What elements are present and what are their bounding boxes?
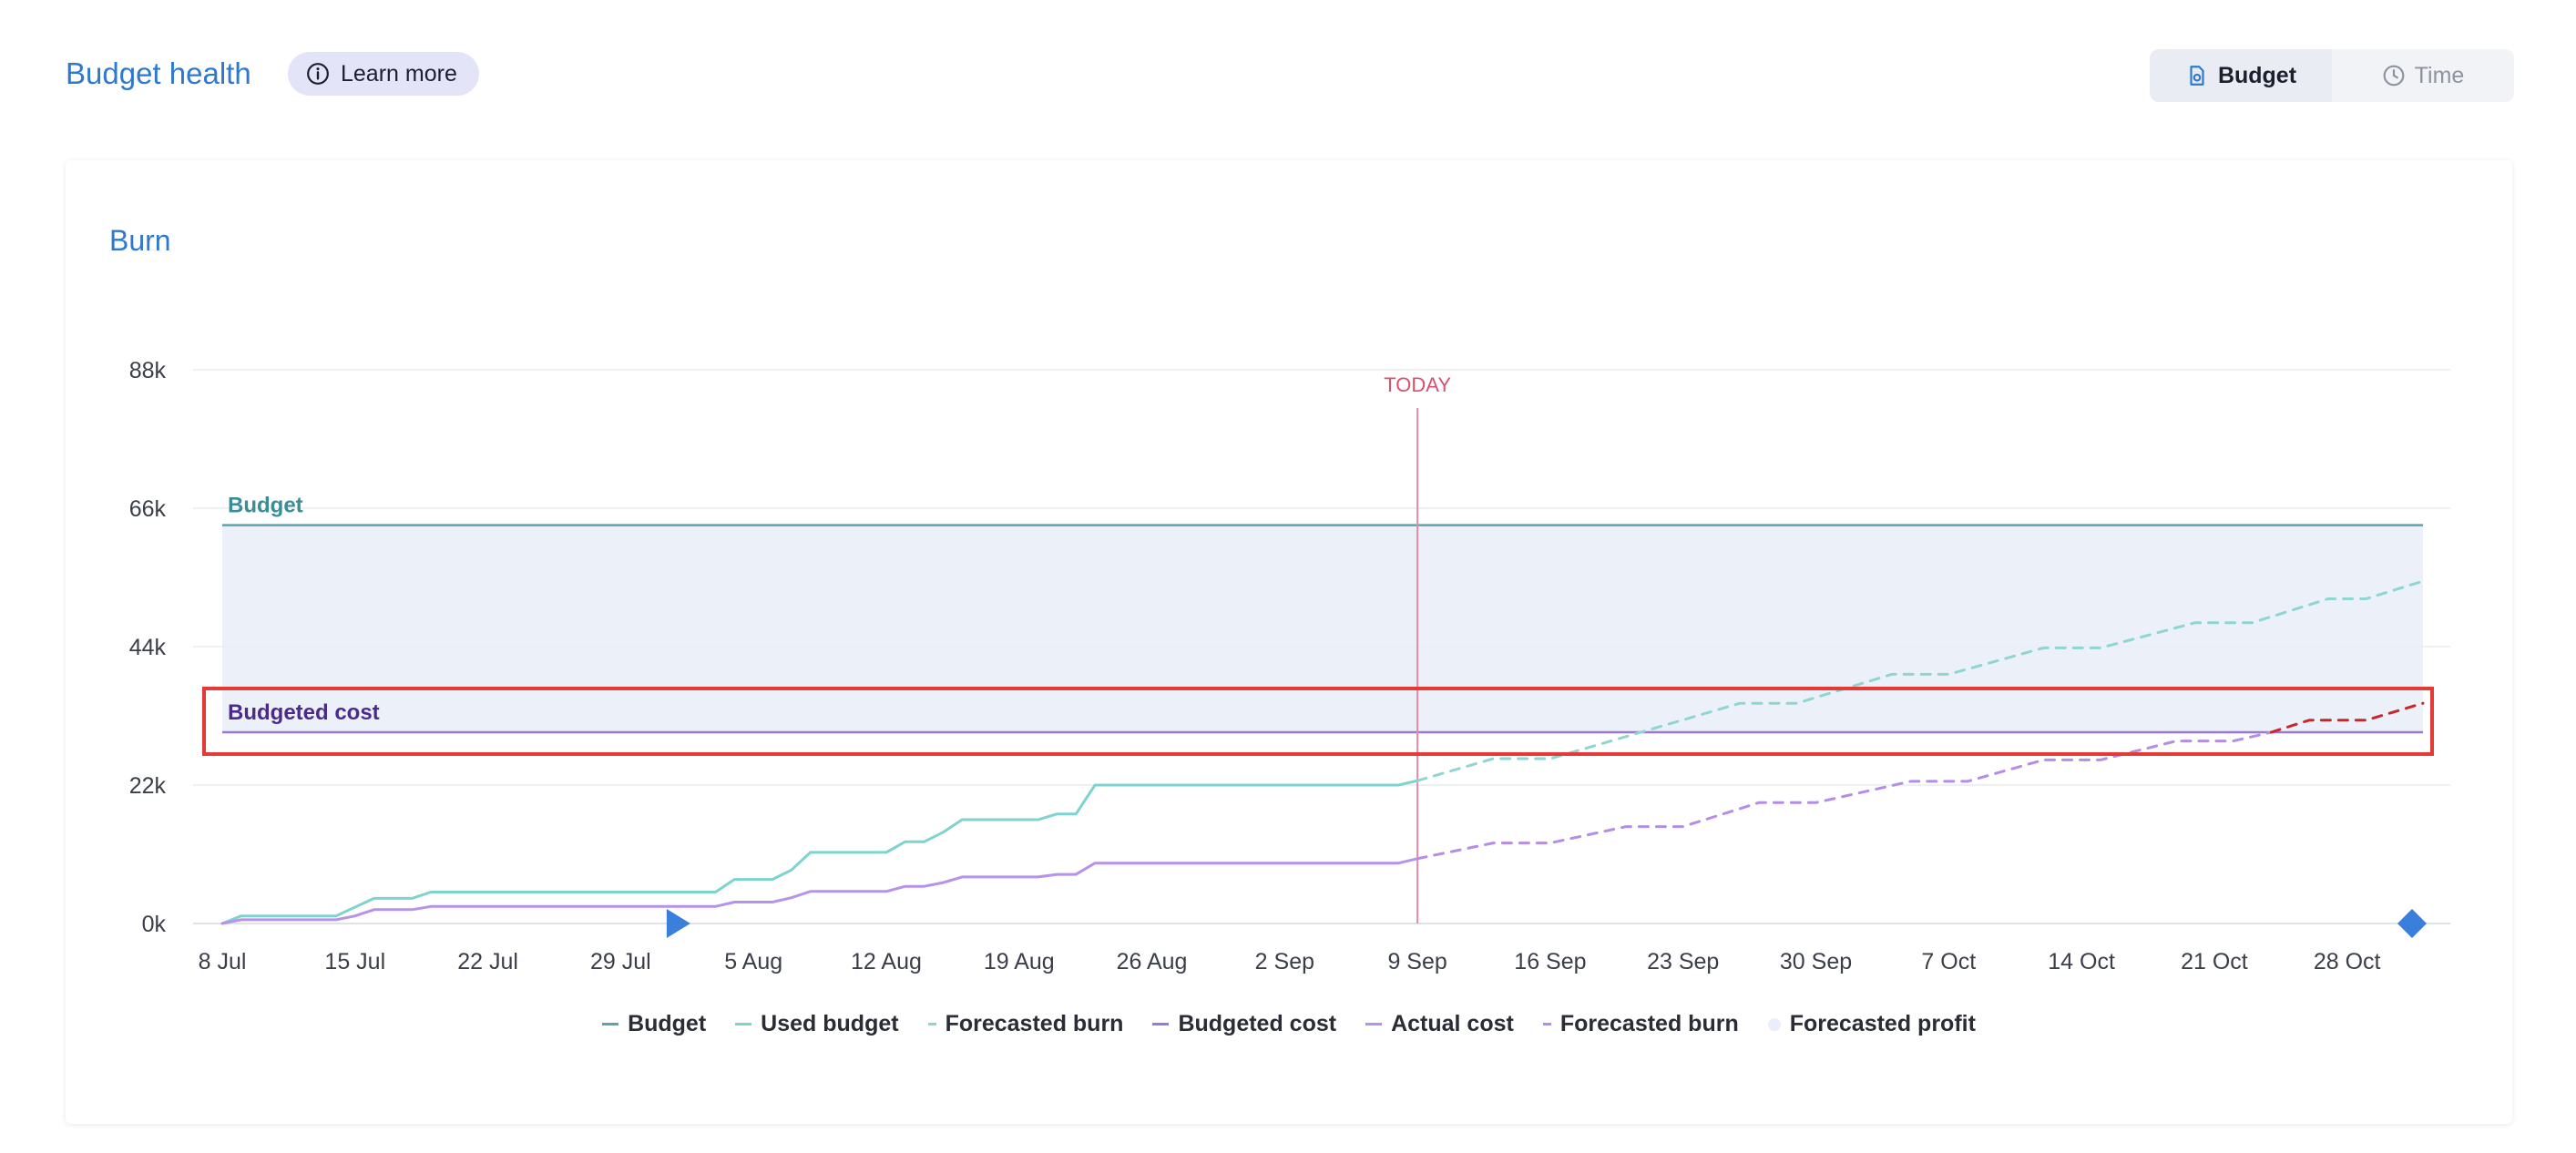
legend-swatch <box>602 1023 619 1025</box>
x-tick-label: 8 Jul <box>199 949 247 974</box>
used-budget-line <box>220 779 1419 925</box>
x-tick-label: 26 Aug <box>1117 949 1188 974</box>
toggle-time[interactable]: Time <box>2332 49 2514 102</box>
legend-swatch <box>1767 1017 1781 1031</box>
actual-cost-line <box>220 857 1419 925</box>
legend-swatch <box>735 1023 752 1025</box>
x-tick-label: 28 Oct <box>2314 949 2381 974</box>
legend-label: Budgeted cost <box>1178 1011 1337 1036</box>
legend-item[interactable]: Budget <box>602 1011 706 1037</box>
forecast-profit-area <box>222 525 2423 732</box>
burn-chart: 0k 22k 44k 66k 88k 8 Jul 15 Jul 22 Jul 29 Jul 5 A… <box>129 358 2450 974</box>
toggle-budget-label: Budget <box>2217 62 2297 88</box>
legend-item[interactable]: Forecasted profit <box>1767 1011 1976 1037</box>
x-tick-label: 30 Sep <box>1780 949 1852 974</box>
legend-label: Forecasted burn <box>1559 1011 1739 1036</box>
burn-card: Burn 0k 22k 44k 66k 88k 8 Jul 15 Jul 22 Jul 29 J… <box>66 160 2512 1124</box>
legend-item[interactable]: Actual cost <box>1365 1011 1514 1037</box>
page-header: Budget health Learn more Budget Time <box>66 49 2514 102</box>
budgeted-cost-label: Budgeted cost <box>228 700 380 725</box>
legend-label: Forecasted profit <box>1789 1011 1976 1036</box>
view-toggle: Budget Time <box>2150 49 2514 102</box>
legend-label: Budget <box>628 1011 707 1036</box>
legend-swatch <box>1152 1023 1170 1025</box>
y-tick-label: 88k <box>129 358 167 383</box>
legend-item[interactable]: Forecasted burn <box>1542 1011 1739 1037</box>
info-icon <box>307 63 329 85</box>
x-tick-label: 29 Jul <box>590 949 651 974</box>
x-tick-label: 5 Aug <box>724 949 782 974</box>
x-tick-label: 21 Oct <box>2181 949 2248 974</box>
chart-legend: Budget Used budget Forecasted burn Budgeted… <box>66 1011 2512 1037</box>
legend-swatch <box>1365 1023 1383 1025</box>
legend-swatch <box>927 1023 936 1025</box>
learn-more-button[interactable]: Learn more <box>288 52 479 96</box>
budget-line-label: Budget <box>228 494 303 518</box>
clock-icon <box>2383 65 2405 87</box>
start-marker <box>666 909 690 938</box>
today-label: TODAY <box>1384 373 1451 396</box>
budget-icon <box>2190 66 2204 86</box>
x-tick-label: 7 Oct <box>1921 949 1976 974</box>
legend-item[interactable]: Forecasted burn <box>927 1011 1124 1037</box>
legend-label: Forecasted burn <box>945 1011 1124 1036</box>
toggle-budget[interactable]: Budget <box>2150 49 2332 102</box>
x-tick-label: 23 Sep <box>1647 949 1719 974</box>
y-tick-label: 44k <box>129 635 167 660</box>
legend-item[interactable]: Used budget <box>735 1011 899 1037</box>
x-tick-label: 19 Aug <box>984 949 1055 974</box>
page-title: Budget health <box>66 56 251 90</box>
x-tick-label: 15 Jul <box>324 949 385 974</box>
x-tick-label: 2 Sep <box>1255 949 1314 974</box>
y-tick-label: 66k <box>129 496 167 522</box>
x-tick-label: 9 Sep <box>1387 949 1446 974</box>
forecasted-burn-cost-line <box>1416 730 2273 861</box>
y-tick-label: 0k <box>142 912 167 937</box>
end-marker <box>2397 909 2427 938</box>
x-tick-label: 14 Oct <box>2048 949 2115 974</box>
legend-label: Used budget <box>761 1011 899 1036</box>
x-tick-label: 12 Aug <box>851 949 922 974</box>
legend-item[interactable]: Budgeted cost <box>1152 1011 1336 1037</box>
learn-more-label: Learn more <box>341 60 457 87</box>
y-tick-label: 22k <box>129 773 167 799</box>
x-tick-label: 16 Sep <box>1514 949 1586 974</box>
x-tick-label: 22 Jul <box>457 949 518 974</box>
toggle-time-label: Time <box>2414 62 2465 88</box>
legend-swatch <box>1542 1023 1551 1025</box>
legend-label: Actual cost <box>1391 1011 1514 1036</box>
